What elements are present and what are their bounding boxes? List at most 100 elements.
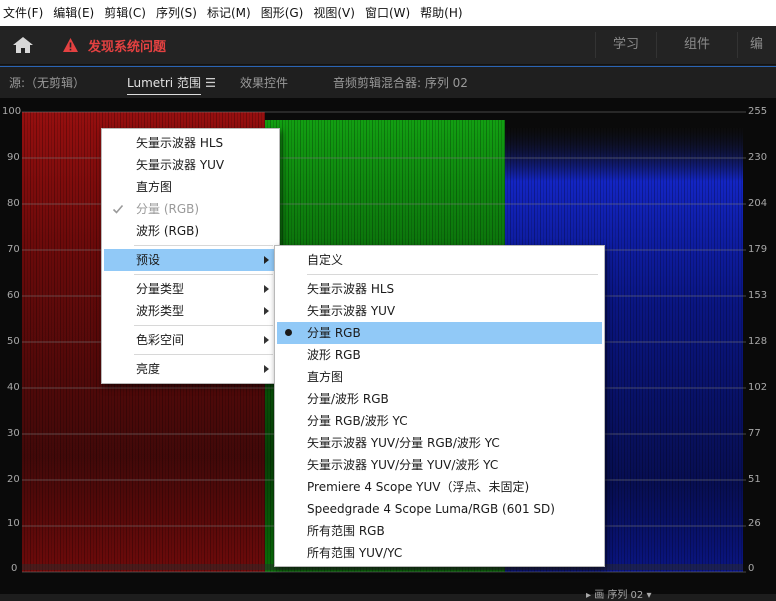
menu-item-waveform-rgb[interactable]: 波形 (RGB) — [104, 220, 277, 242]
tab-source[interactable]: 源:（无剪辑） — [9, 74, 85, 91]
menu-separator — [134, 354, 273, 355]
preset-parade-rgb-waveform-yc[interactable]: 分量 RGB/波形 YC — [277, 410, 602, 432]
axis-tick-left: 10 — [7, 518, 20, 529]
chevron-right-icon — [264, 336, 269, 344]
menu-item-presets[interactable]: 预设 — [104, 249, 277, 271]
menu-item-label: Speedgrade 4 Scope Luma/RGB (601 SD) — [307, 502, 555, 516]
axis-tick-left: 20 — [7, 474, 20, 485]
menu-item-label: 分量 RGB — [307, 326, 361, 340]
menu-item-label: 矢量示波器 YUV — [307, 304, 396, 318]
axis-tick-left: 100 — [2, 106, 22, 117]
menu-item-brightness[interactable]: 亮度 — [104, 358, 277, 380]
axis-tick-left: 90 — [7, 152, 20, 163]
axis-tick-left: 70 — [7, 244, 20, 255]
menu-item-vectorscope-yuv[interactable]: 矢量示波器 YUV — [104, 154, 277, 176]
axis-tick-left: 40 — [7, 382, 20, 393]
menu-window[interactable]: 窗口(W) — [362, 0, 417, 26]
menu-item-label: Premiere 4 Scope YUV（浮点、未固定) — [307, 480, 530, 494]
menu-separator — [134, 274, 273, 275]
menu-bar: 文件(F) 编辑(E) 剪辑(C) 序列(S) 标记(M) 图形(G) 视图(V… — [0, 0, 776, 26]
preset-vectorscope-parade-rgb-waveform[interactable]: 矢量示波器 YUV/分量 RGB/波形 YC — [277, 432, 602, 454]
check-icon — [112, 204, 124, 214]
menu-markers[interactable]: 标记(M) — [204, 0, 258, 26]
menu-item-label: 波形 RGB — [307, 348, 361, 362]
workspace-tab-edit[interactable]: 编 — [738, 26, 776, 64]
chevron-right-icon — [264, 256, 269, 264]
menu-item-label: 色彩空间 — [136, 333, 185, 347]
chevron-right-icon — [264, 365, 269, 373]
menu-item-color-space[interactable]: 色彩空间 — [104, 329, 277, 351]
radio-bullet-icon — [285, 329, 292, 336]
axis-tick-left: 50 — [7, 336, 20, 347]
workspace-tab-learn[interactable]: 学习 — [596, 26, 656, 64]
preset-parade-rgb[interactable]: 分量 RGB — [277, 322, 602, 344]
preset-vectorscope-yuv[interactable]: 矢量示波器 YUV — [277, 300, 602, 322]
preset-vectorscope-parade-yuv-waveform[interactable]: 矢量示波器 YUV/分量 YUV/波形 YC — [277, 454, 602, 476]
tab-lumetri-scopes[interactable]: Lumetri 范围 — [127, 74, 201, 95]
menu-item-histogram[interactable]: 直方图 — [104, 176, 277, 198]
axis-tick-right: 0 — [748, 563, 755, 574]
workspace-tabs: 学习 组件 编 — [595, 26, 776, 64]
menu-item-label: 预设 — [136, 253, 161, 267]
menu-item-label: 波形 (RGB) — [136, 224, 200, 238]
menu-file[interactable]: 文件(F) — [0, 0, 50, 26]
workspace-tab-assembly[interactable]: 组件 — [657, 26, 737, 64]
menu-item-label: 分量 RGB/波形 YC — [307, 414, 408, 428]
axis-tick-right: 230 — [748, 152, 768, 163]
menu-item-parade-rgb[interactable]: 分量 (RGB) — [104, 198, 277, 220]
menu-separator — [134, 325, 273, 326]
menu-item-label: 矢量示波器 YUV/分量 YUV/波形 YC — [307, 458, 499, 472]
menu-sequence[interactable]: 序列(S) — [153, 0, 204, 26]
tab-effect-controls[interactable]: 效果控件 — [240, 74, 288, 91]
axis-tick-left: 30 — [7, 428, 20, 439]
system-issue-link[interactable]: 发现系统问题 — [88, 36, 166, 55]
menu-item-label: 直方图 — [136, 180, 173, 194]
menu-view[interactable]: 视图(V) — [310, 0, 362, 26]
menu-item-label: 分量类型 — [136, 282, 185, 296]
menu-item-parade-type[interactable]: 分量类型 — [104, 278, 277, 300]
menu-graphics[interactable]: 图形(G) — [258, 0, 311, 26]
menu-separator — [307, 274, 598, 275]
axis-tick-right: 153 — [748, 290, 768, 301]
preset-premiere-4-scope[interactable]: Premiere 4 Scope YUV（浮点、未固定) — [277, 476, 602, 498]
preset-all-scopes-rgb[interactable]: 所有范围 RGB — [277, 520, 602, 542]
axis-tick-left: 80 — [7, 198, 20, 209]
menu-item-waveform-type[interactable]: 波形类型 — [104, 300, 277, 322]
menu-item-label: 矢量示波器 HLS — [136, 136, 224, 150]
axis-tick-right: 255 — [748, 106, 768, 117]
preset-parade-waveform-rgb[interactable]: 分量/波形 RGB — [277, 388, 602, 410]
chevron-right-icon — [264, 285, 269, 293]
menu-item-label: 自定义 — [307, 253, 344, 267]
chevron-right-icon — [264, 307, 269, 315]
menu-separator — [134, 245, 273, 246]
preset-vectorscope-hls[interactable]: 矢量示波器 HLS — [277, 278, 602, 300]
menu-item-label: 所有范围 YUV/YC — [307, 546, 403, 560]
preset-waveform-rgb[interactable]: 波形 RGB — [277, 344, 602, 366]
menu-item-vectorscope-hls[interactable]: 矢量示波器 HLS — [104, 132, 277, 154]
menu-clip[interactable]: 剪辑(C) — [101, 0, 153, 26]
menu-item-label: 分量/波形 RGB — [307, 392, 389, 406]
tab-audio-clip-mixer[interactable]: 音频剪辑混合器: 序列 02 — [333, 74, 468, 91]
scope-context-menu: 矢量示波器 HLS 矢量示波器 YUV 直方图 分量 (RGB) 波形 (RGB… — [101, 128, 280, 384]
axis-tick-right: 179 — [748, 244, 768, 255]
preset-speedgrade-4-scope[interactable]: Speedgrade 4 Scope Luma/RGB (601 SD) — [277, 498, 602, 520]
axis-tick-right: 77 — [748, 428, 761, 439]
preset-histogram[interactable]: 直方图 — [277, 366, 602, 388]
menu-item-label: 矢量示波器 YUV — [136, 158, 225, 172]
axis-tick-right: 128 — [748, 336, 768, 347]
menu-help[interactable]: 帮助(H) — [417, 0, 469, 26]
menu-edit[interactable]: 编辑(E) — [50, 0, 101, 26]
preset-all-scopes-yuv[interactable]: 所有范围 YUV/YC — [277, 542, 602, 564]
menu-item-label: 矢量示波器 YUV/分量 RGB/波形 YC — [307, 436, 500, 450]
menu-item-label: 亮度 — [136, 362, 161, 376]
menu-item-label: 矢量示波器 HLS — [307, 282, 395, 296]
menu-item-label: 分量 (RGB) — [136, 202, 200, 216]
home-icon[interactable] — [12, 36, 34, 54]
menu-item-label: 波形类型 — [136, 304, 185, 318]
axis-tick-right: 51 — [748, 474, 761, 485]
preset-custom[interactable]: 自定义 — [277, 249, 602, 271]
axis-tick-right: 26 — [748, 518, 761, 529]
warning-icon[interactable] — [62, 37, 79, 53]
panel-menu-icon[interactable] — [206, 78, 215, 87]
app-header: 发现系统问题 学习 组件 编 — [0, 26, 776, 65]
